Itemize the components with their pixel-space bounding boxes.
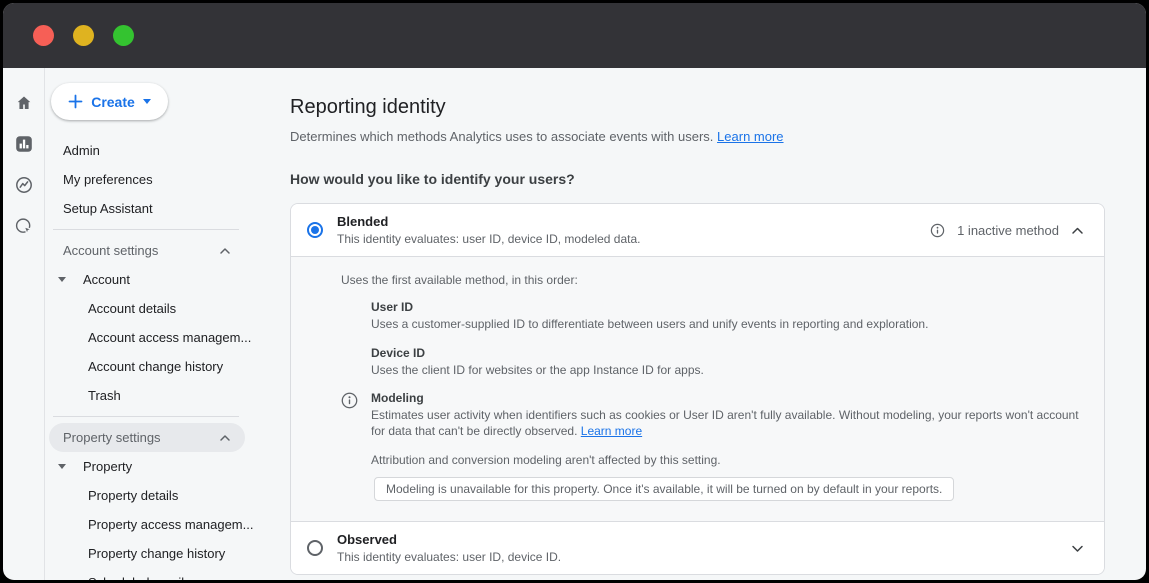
method-name: Modeling (371, 391, 1080, 405)
page-title: Reporting identity (290, 96, 1105, 119)
sidebar-item-account-details[interactable]: Account details (45, 294, 283, 323)
method-modeling: Modeling Estimates user activity when id… (341, 391, 1080, 439)
option-row-blended[interactable]: Blended This identity evaluates: user ID… (291, 204, 1104, 256)
option-label-observed: Observed (337, 532, 561, 547)
chevron-up-icon[interactable] (1071, 226, 1084, 235)
sidebar-item-label: Setup Assistant (63, 201, 153, 216)
page-subtitle: Determines which methods Analytics uses … (290, 129, 1105, 144)
sidebar-group-property[interactable]: Property (45, 452, 283, 481)
expand-triangle-icon (58, 464, 66, 469)
page-subtitle-text: Determines which methods Analytics uses … (290, 129, 713, 144)
sidebar-item-property-details[interactable]: Property details (45, 481, 283, 510)
sidebar-item-scheduled-emails[interactable]: Scheduled emails (45, 568, 283, 580)
option-text-wrap: Observed This identity evaluates: user I… (337, 532, 561, 564)
learn-more-link[interactable]: Learn more (717, 129, 783, 144)
window-titlebar (3, 3, 1146, 68)
learn-more-link[interactable]: Learn more (581, 424, 642, 438)
radio-observed[interactable] (307, 540, 323, 556)
chevron-down-icon (143, 99, 151, 104)
sidebar-item-label: My preferences (63, 172, 153, 187)
sidebar-item-account-change-history[interactable]: Account change history (45, 352, 283, 381)
chevron-up-icon (219, 434, 231, 442)
plus-icon (68, 94, 83, 109)
sidebar-item-account-access-management[interactable]: Account access managem... (45, 323, 283, 352)
observed-right-controls (1071, 544, 1084, 553)
sidebar-item-property-change-history[interactable]: Property change history (45, 539, 283, 568)
sidebar-item-setup-assistant[interactable]: Setup Assistant (45, 194, 283, 223)
blended-right-controls: 1 inactive method (930, 223, 1084, 238)
sub-item-label: Property access managem... (88, 517, 253, 532)
sub-item-label: Property details (88, 488, 178, 503)
reports-icon[interactable] (15, 135, 33, 153)
group-label: Account (83, 272, 130, 287)
sidebar-item-property-access-management[interactable]: Property access managem... (45, 510, 283, 539)
section-header-label: Account settings (63, 243, 158, 258)
blended-details-panel: Uses the first available method, in this… (291, 256, 1104, 521)
explore-icon[interactable] (15, 176, 33, 194)
method-user-id: User ID Uses a customer-supplied ID to d… (371, 300, 1080, 333)
sidebar-item-label: Admin (63, 143, 100, 158)
method-desc: Uses the client ID for websites or the a… (371, 363, 1080, 379)
info-icon[interactable] (930, 223, 945, 238)
sidebar-item-trash[interactable]: Trash (45, 381, 283, 410)
method-name: User ID (371, 300, 1080, 314)
option-desc-blended: This identity evaluates: user ID, device… (337, 232, 641, 246)
sidebar-group-account[interactable]: Account (45, 265, 283, 294)
identify-users-question: How would you like to identify your user… (290, 171, 1105, 187)
blended-intro: Uses the first available method, in this… (341, 273, 1080, 287)
section-header-property-settings[interactable]: Property settings (49, 423, 245, 452)
divider (53, 416, 239, 417)
app-window: Create Admin My preferences Setup Assist… (3, 3, 1146, 580)
method-device-id: Device ID Uses the client ID for website… (371, 346, 1080, 379)
sub-item-label: Account change history (88, 359, 223, 374)
method-name: Device ID (371, 346, 1080, 360)
modeling-body: Modeling Estimates user activity when id… (371, 391, 1080, 439)
inactive-method-badge: 1 inactive method (957, 223, 1059, 238)
zoom-window-button[interactable] (113, 25, 134, 46)
option-row-observed[interactable]: Observed This identity evaluates: user I… (291, 521, 1104, 574)
sub-item-label: Account details (88, 301, 176, 316)
sub-item-label: Account access managem... (88, 330, 251, 345)
chevron-up-icon (219, 247, 231, 255)
attribution-note: Attribution and conversion modeling aren… (371, 453, 1080, 467)
sidebar-item-admin[interactable]: Admin (45, 136, 283, 165)
sub-item-label: Scheduled emails (88, 575, 191, 580)
info-icon (341, 391, 359, 439)
option-text-wrap: Blended This identity evaluates: user ID… (337, 214, 641, 246)
main-content: Reporting identity Determines which meth… (283, 68, 1146, 580)
create-button[interactable]: Create (51, 83, 168, 120)
home-icon[interactable] (15, 94, 33, 112)
divider (53, 229, 239, 230)
modeling-unavailable-notice: Modeling is unavailable for this propert… (374, 477, 954, 501)
chevron-down-icon[interactable] (1071, 544, 1084, 553)
minimize-window-button[interactable] (73, 25, 94, 46)
advertising-icon[interactable] (15, 217, 33, 235)
expand-triangle-icon (58, 277, 66, 282)
option-desc-observed: This identity evaluates: user ID, device… (337, 550, 561, 564)
sidebar-item-my-preferences[interactable]: My preferences (45, 165, 283, 194)
group-label: Property (83, 459, 132, 474)
create-button-label: Create (91, 94, 135, 110)
sub-item-label: Trash (88, 388, 121, 403)
sub-item-label: Property change history (88, 546, 225, 561)
method-desc: Uses a customer-supplied ID to different… (371, 317, 1080, 333)
nav-rail (3, 68, 45, 580)
reporting-identity-card: Blended This identity evaluates: user ID… (290, 203, 1105, 575)
app-content: Create Admin My preferences Setup Assist… (3, 68, 1146, 580)
modeling-desc: Estimates user activity when identifiers… (371, 408, 1080, 439)
admin-sidebar: Create Admin My preferences Setup Assist… (45, 68, 283, 580)
option-label-blended: Blended (337, 214, 641, 229)
section-header-account-settings[interactable]: Account settings (45, 236, 245, 265)
modeling-desc-text: Estimates user activity when identifiers… (371, 408, 1079, 438)
radio-blended[interactable] (307, 222, 323, 238)
close-window-button[interactable] (33, 25, 54, 46)
section-header-label: Property settings (63, 430, 161, 445)
